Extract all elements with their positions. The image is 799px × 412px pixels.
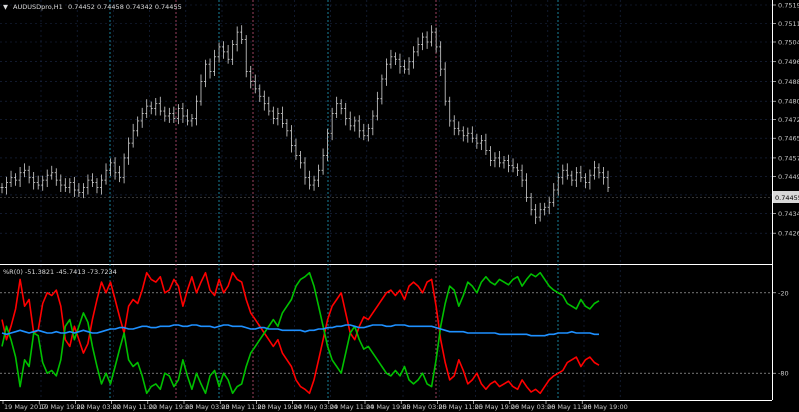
price-tick-label: 0.74725	[778, 116, 799, 124]
price-tick-label: 0.74960	[778, 58, 799, 66]
price-tick-label: 0.74800	[778, 98, 799, 106]
trading-chart[interactable]: 0.75190 0.75115 0.75040 0.74960 0.74880 0.748…	[0, 0, 799, 412]
time-tick-label: 26 May 19:00	[583, 403, 628, 411]
price-tick-label: 0.75040	[778, 39, 799, 47]
price-tick-label: 0.74345	[778, 210, 799, 218]
price-tick-label: 0.75190	[778, 2, 799, 10]
symbol-label: AUDUSDpro,H1	[13, 3, 63, 11]
last-price-badge-text: 0.74455	[775, 194, 799, 202]
price-tick-label: 0.75115	[778, 20, 799, 28]
price-tick-label: 0.74880	[778, 78, 799, 86]
price-tick-label: 0.74495	[778, 173, 799, 181]
price-tick-label: 0.74650	[778, 135, 799, 143]
level-label: -80	[778, 370, 789, 378]
indicator-label: %R(0) -51.3821 -45.7413 -73.7234	[3, 268, 117, 276]
price-tick-label: 0.74265	[778, 230, 799, 238]
level-label: -20	[778, 289, 789, 297]
price-tick-label: 0.74570	[778, 154, 799, 162]
window-arrow-icon[interactable]: ▼	[3, 3, 8, 11]
ohlc-readout: 0.74452 0.74458 0.74342 0.74455	[68, 3, 182, 11]
